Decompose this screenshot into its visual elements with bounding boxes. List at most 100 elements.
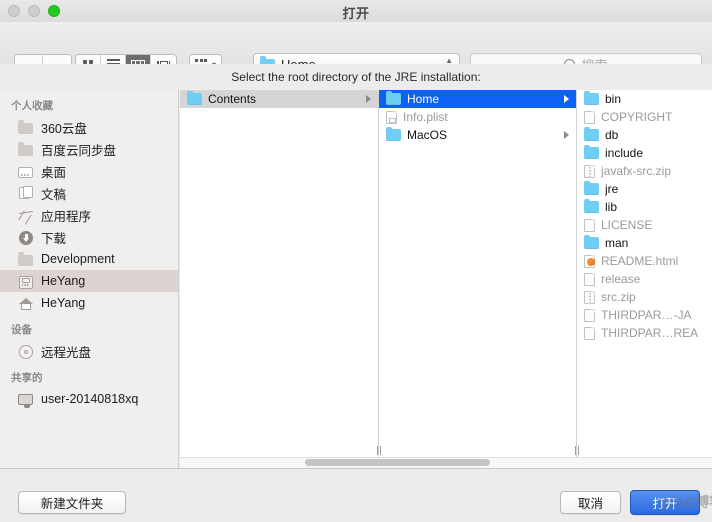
- sidebar-group-title: 个人收藏: [11, 100, 53, 112]
- harddisk-icon: [18, 274, 34, 289]
- file-row-label: db: [605, 128, 619, 142]
- file-row[interactable]: src.zip: [577, 288, 712, 306]
- file-row[interactable]: include: [577, 144, 712, 162]
- sidebar-item-360[interactable]: 360云盘: [0, 116, 178, 138]
- sidebar-item-heyang[interactable]: HeYang: [0, 292, 178, 314]
- document-icon: [584, 110, 595, 124]
- file-row-label: include: [605, 146, 644, 160]
- browser-column-2: Home Info.plist MacOS: [379, 90, 577, 457]
- file-row-label: bin: [605, 92, 622, 106]
- sidebar-item-[interactable]: 应用程序: [0, 204, 178, 226]
- sidebar-item-label: 360云盘: [41, 121, 87, 136]
- home-icon: [18, 296, 34, 311]
- folder-icon: [187, 90, 202, 105]
- folder-icon: [584, 198, 599, 213]
- downloads-icon: [18, 230, 34, 245]
- sidebar-item-label: HeYang: [41, 296, 86, 310]
- file-row-label: Info.plist: [403, 110, 448, 124]
- folder-icon: [18, 120, 34, 135]
- column-resize-handle-2[interactable]: [572, 443, 581, 457]
- sidebar-item-label: 应用程序: [41, 209, 92, 224]
- zip-file-icon: [584, 164, 595, 178]
- sidebar-item-development[interactable]: Development: [0, 248, 178, 270]
- sidebar-item-[interactable]: 下载: [0, 226, 178, 248]
- file-row[interactable]: man: [577, 234, 712, 252]
- folder-icon: [386, 126, 401, 141]
- sidebar-item-label: 远程光盘: [41, 345, 92, 360]
- prompt-message: Select the root directory of the JRE ins…: [231, 70, 481, 84]
- file-row[interactable]: README.html: [577, 252, 712, 270]
- file-row-label: man: [605, 236, 629, 250]
- file-row-label: LICENSE: [601, 218, 653, 232]
- dialog-body: 个人收藏 360云盘百度云同步盘桌面文稿应用程序下载 Development HeYa…: [0, 90, 712, 468]
- folder-icon: [18, 252, 34, 267]
- sidebar: 个人收藏 360云盘百度云同步盘桌面文稿应用程序下载 Development HeYa…: [0, 90, 179, 468]
- file-row-label: COPYRIGHT: [601, 110, 673, 124]
- document-icon: [584, 308, 595, 322]
- horizontal-scrollbar-thumb[interactable]: [305, 459, 490, 466]
- open-file-dialog: 打开 ‹ › ▾: [0, 0, 712, 522]
- disclosure-arrow-icon: [366, 95, 371, 103]
- folder-icon: [584, 234, 599, 249]
- browser-column-3: bin COPYRIGHT db include javafx-src.zip jre li…: [577, 90, 712, 457]
- file-row[interactable]: bin: [577, 90, 712, 108]
- sidebar-item-label: Development: [41, 252, 115, 266]
- sidebar-group-title: 设备: [11, 324, 32, 336]
- sidebar-item-heyang[interactable]: HeYang: [0, 270, 178, 292]
- file-row[interactable]: javafx-src.zip: [577, 162, 712, 180]
- applications-icon: [18, 208, 34, 223]
- file-row[interactable]: db: [577, 126, 712, 144]
- sidebar-item-[interactable]: 远程光盘: [0, 340, 178, 362]
- sidebar-item-label: 百度云同步盘: [41, 143, 117, 158]
- folder-icon: [386, 90, 401, 105]
- desktop-icon: [18, 164, 34, 179]
- sidebar-item-label: 下载: [41, 231, 67, 246]
- file-row[interactable]: COPYRIGHT: [577, 108, 712, 126]
- file-row-label: lib: [605, 200, 618, 214]
- sidebar-item-label: HeYang: [41, 274, 86, 288]
- document-icon: [584, 218, 595, 232]
- zip-file-icon: [584, 290, 595, 304]
- sidebar-item-[interactable]: 桌面: [0, 160, 178, 182]
- file-row-label: Home: [407, 92, 440, 106]
- prompt-bar: Select the root directory of the JRE ins…: [0, 64, 712, 90]
- open-button[interactable]: 打开: [630, 490, 700, 515]
- folder-icon: [584, 144, 599, 159]
- file-row[interactable]: Info.plist: [379, 108, 576, 126]
- file-row-label: javafx-src.zip: [601, 164, 672, 178]
- file-row[interactable]: THIRDPAR…REA: [577, 324, 712, 342]
- document-icon: [584, 272, 595, 286]
- file-row[interactable]: LICENSE: [577, 216, 712, 234]
- file-row[interactable]: jre: [577, 180, 712, 198]
- file-row-label: MacOS: [407, 128, 448, 142]
- sidebar-item-label: 文稿: [41, 187, 67, 202]
- file-row[interactable]: Home: [379, 90, 576, 108]
- sidebar-item-user-20140818xq[interactable]: user-20140818xq: [0, 388, 178, 410]
- computer-icon: [18, 392, 34, 408]
- sidebar-group-title: 共享的: [11, 372, 43, 384]
- file-row[interactable]: release: [577, 270, 712, 288]
- file-row[interactable]: Contents: [180, 90, 378, 108]
- folder-icon: [18, 142, 34, 157]
- folder-icon: [584, 126, 599, 141]
- cancel-button[interactable]: 取消: [560, 491, 621, 514]
- disclosure-arrow-icon: [564, 131, 569, 139]
- disclosure-arrow-icon: [564, 95, 569, 103]
- sidebar-item-[interactable]: 百度云同步盘: [0, 138, 178, 160]
- toolbar: ‹ › ▾: [0, 22, 712, 76]
- file-row[interactable]: THIRDPAR…-JA: [577, 306, 712, 324]
- new-folder-button[interactable]: 新建文件夹: [18, 491, 126, 514]
- window-title: 打开: [342, 6, 370, 21]
- file-row[interactable]: MacOS: [379, 126, 576, 144]
- document-icon: [584, 326, 595, 340]
- title-bar: 打开: [0, 0, 712, 23]
- file-row-label: jre: [605, 182, 619, 196]
- file-row-label: README.html: [601, 254, 679, 268]
- documents-icon: [18, 185, 34, 201]
- file-row-label: THIRDPAR…REA: [601, 326, 699, 340]
- column-resize-handle-1[interactable]: [374, 443, 383, 457]
- optical-disc-icon: [18, 344, 34, 359]
- sidebar-item-[interactable]: 文稿: [0, 182, 178, 204]
- column-browser: Contents Home Info.plist MacOS bin COPYRIGH…: [180, 90, 712, 468]
- file-row[interactable]: lib: [577, 198, 712, 216]
